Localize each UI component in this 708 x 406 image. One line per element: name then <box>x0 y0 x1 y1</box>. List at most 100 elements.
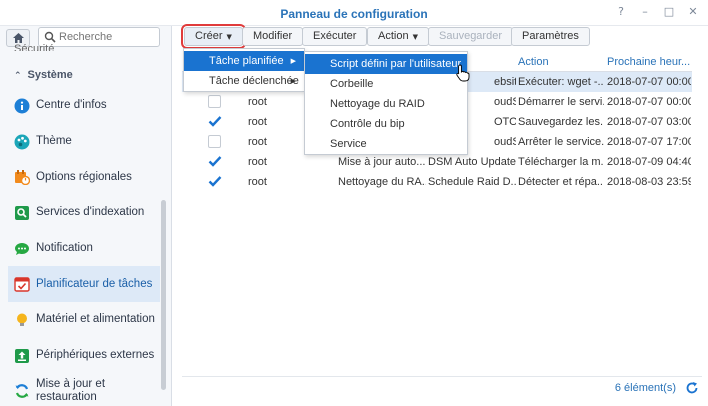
sidebar-item-label: Mise à jour et restauration <box>36 378 106 404</box>
sidebar-item-security-partial[interactable]: Sécurité <box>14 43 54 51</box>
sidebar-item-label: Notification <box>36 242 93 255</box>
search-icon <box>44 31 56 43</box>
minimize-button[interactable]: – <box>638 5 652 19</box>
chevron-up-icon: ⌃ <box>14 71 22 81</box>
menu-item-label: Tâche planifiée <box>209 55 284 67</box>
sidebar-item-label: Planificateur de tâches <box>36 277 153 290</box>
sidebar-item-label: Centre d'infos <box>36 99 107 112</box>
window-controls: ? – □ ✕ <box>614 5 700 19</box>
search-box[interactable] <box>38 27 160 47</box>
sidebar-item-task-scheduler[interactable]: Planificateur de tâches <box>8 266 160 303</box>
search-input[interactable] <box>59 30 157 44</box>
table-row[interactable]: root Mise à jour auto... DSM Auto Update… <box>182 152 692 172</box>
cell-task: Mise à jour auto... <box>338 156 426 168</box>
sidebar-item-label: Options régionales <box>36 170 132 183</box>
sidebar-item-info-center[interactable]: Centre d'infos <box>8 88 160 124</box>
title-bar: Panneau de configuration ? – □ ✕ <box>0 0 708 26</box>
cell-next-run: 2018-07-07 00:00 <box>607 96 691 108</box>
create-menu: Tâche planifiée ▶ Tâche déclenchée ▶ <box>183 48 305 92</box>
submenu-arrow-icon: ▶ <box>290 57 296 65</box>
checkmark-icon <box>208 156 222 167</box>
menu-item-recycle-bin[interactable]: Corbeille <box>305 74 467 94</box>
sidebar-item-notification[interactable]: Notification <box>8 231 160 267</box>
edit-button[interactable]: Modifier <box>242 27 304 46</box>
cell-user: root <box>248 116 267 128</box>
sidebar-item-regional-options[interactable]: Options régionales <box>8 159 160 195</box>
help-button[interactable]: ? <box>614 5 628 19</box>
task-scheduler-icon <box>14 276 30 292</box>
cell-action: Détecter et répa... <box>518 176 604 188</box>
close-button[interactable]: ✕ <box>686 5 700 19</box>
bulb-icon <box>14 312 30 328</box>
sidebar: Sécurité ⌃ Système Centre d'infos Thème O… <box>0 26 172 406</box>
cell-action: Exécuter: wget -... <box>518 76 604 88</box>
sidebar-scrollbar[interactable] <box>161 200 166 390</box>
column-header-action[interactable]: Action <box>518 55 549 71</box>
update-restore-icon <box>14 383 30 399</box>
palette-icon <box>14 134 30 150</box>
enable-checkbox[interactable] <box>208 135 221 148</box>
cell-action: Télécharger la m... <box>518 156 604 168</box>
cell-user: root <box>248 136 267 148</box>
table-row[interactable]: root Nettoyage du RA... Schedule Raid D.… <box>182 172 692 192</box>
sidebar-item-indexing[interactable]: Services d'indexation <box>8 195 160 231</box>
cell-next-run: 2018-07-07 03:00 <box>607 116 691 128</box>
settings-button[interactable]: Paramètres <box>511 27 590 46</box>
enable-checkbox[interactable] <box>208 95 221 108</box>
regional-options-icon <box>14 169 30 186</box>
submenu-arrow-icon: ▶ <box>290 77 296 85</box>
cell-type: DSM Auto Update <box>428 156 516 168</box>
external-devices-icon <box>14 348 30 364</box>
sidebar-item-label: Périphériques externes <box>36 349 155 362</box>
cell-action: Démarrer le servi... <box>518 96 604 108</box>
menu-item-scheduled-task[interactable]: Tâche planifiée ▶ <box>184 51 304 71</box>
create-button-label: Créer <box>195 30 223 42</box>
cell-type: ebsite <box>494 76 516 88</box>
sidebar-item-label: Matériel et alimentation <box>36 313 155 326</box>
window-title: Panneau de configuration <box>280 7 428 21</box>
menu-item-service[interactable]: Service <box>305 134 467 154</box>
menu-item-triggered-task[interactable]: Tâche déclenchée ▶ <box>184 71 304 91</box>
cell-next-run: 2018-08-03 23:59 <box>607 176 691 188</box>
cell-next-run: 2018-07-09 04:40 <box>607 156 691 168</box>
cell-type: OTOS <box>494 116 516 128</box>
refresh-button[interactable] <box>684 380 700 396</box>
table-footer: 6 élément(s) <box>182 376 702 398</box>
cell-task: Nettoyage du RA... <box>338 176 426 188</box>
notification-icon <box>14 241 30 257</box>
cell-user: root <box>248 96 267 108</box>
indexing-icon <box>14 205 30 221</box>
enable-checkbox[interactable] <box>208 175 222 188</box>
hand-cursor-icon <box>456 64 470 82</box>
sidebar-item-external-devices[interactable]: Périphériques externes <box>8 338 160 374</box>
cell-type: oudSync <box>494 96 516 108</box>
sidebar-item-theme[interactable]: Thème <box>8 124 160 160</box>
enable-checkbox[interactable] <box>208 155 222 168</box>
enable-checkbox[interactable] <box>208 115 222 128</box>
refresh-icon <box>686 382 698 394</box>
cell-type: Schedule Raid D... <box>428 176 516 188</box>
cell-user: root <box>248 176 267 188</box>
sidebar-item-label: Services d'indexation <box>36 206 145 219</box>
cell-next-run: 2018-07-07 17:00 <box>607 136 691 148</box>
scheduled-task-submenu: Script défini par l'utilisateur Corbeill… <box>304 51 468 155</box>
cell-user: root <box>248 156 267 168</box>
run-button[interactable]: Exécuter <box>302 27 368 46</box>
menu-item-raid-cleanup[interactable]: Nettoyage du RAID <box>305 94 467 114</box>
caret-down-icon: ▼ <box>412 33 418 41</box>
item-count: 6 élément(s) <box>614 382 676 394</box>
create-button[interactable]: Créer ▼ <box>181 24 246 49</box>
menu-item-user-defined-script[interactable]: Script défini par l'utilisateur <box>305 54 467 74</box>
action-button[interactable]: Action ▼ <box>367 27 429 46</box>
sidebar-item-update-restore[interactable]: Mise à jour et restauration <box>8 374 160 406</box>
sidebar-item-hardware-power[interactable]: Matériel et alimentation <box>8 302 160 338</box>
cell-type: oudSync <box>494 136 516 148</box>
save-button[interactable]: Sauvegarder <box>428 27 513 46</box>
toolbar: Créer ▼ Modifier Exécuter Action ▼ Sauvega… <box>181 24 702 49</box>
section-system[interactable]: ⌃ Système <box>14 69 73 81</box>
action-button-label: Action <box>378 30 409 42</box>
maximize-button[interactable]: □ <box>662 5 676 19</box>
column-header-next-run[interactable]: Prochaine heur... <box>607 55 690 71</box>
menu-item-beep-control[interactable]: Contrôle du bip <box>305 114 467 134</box>
info-icon <box>14 98 30 114</box>
